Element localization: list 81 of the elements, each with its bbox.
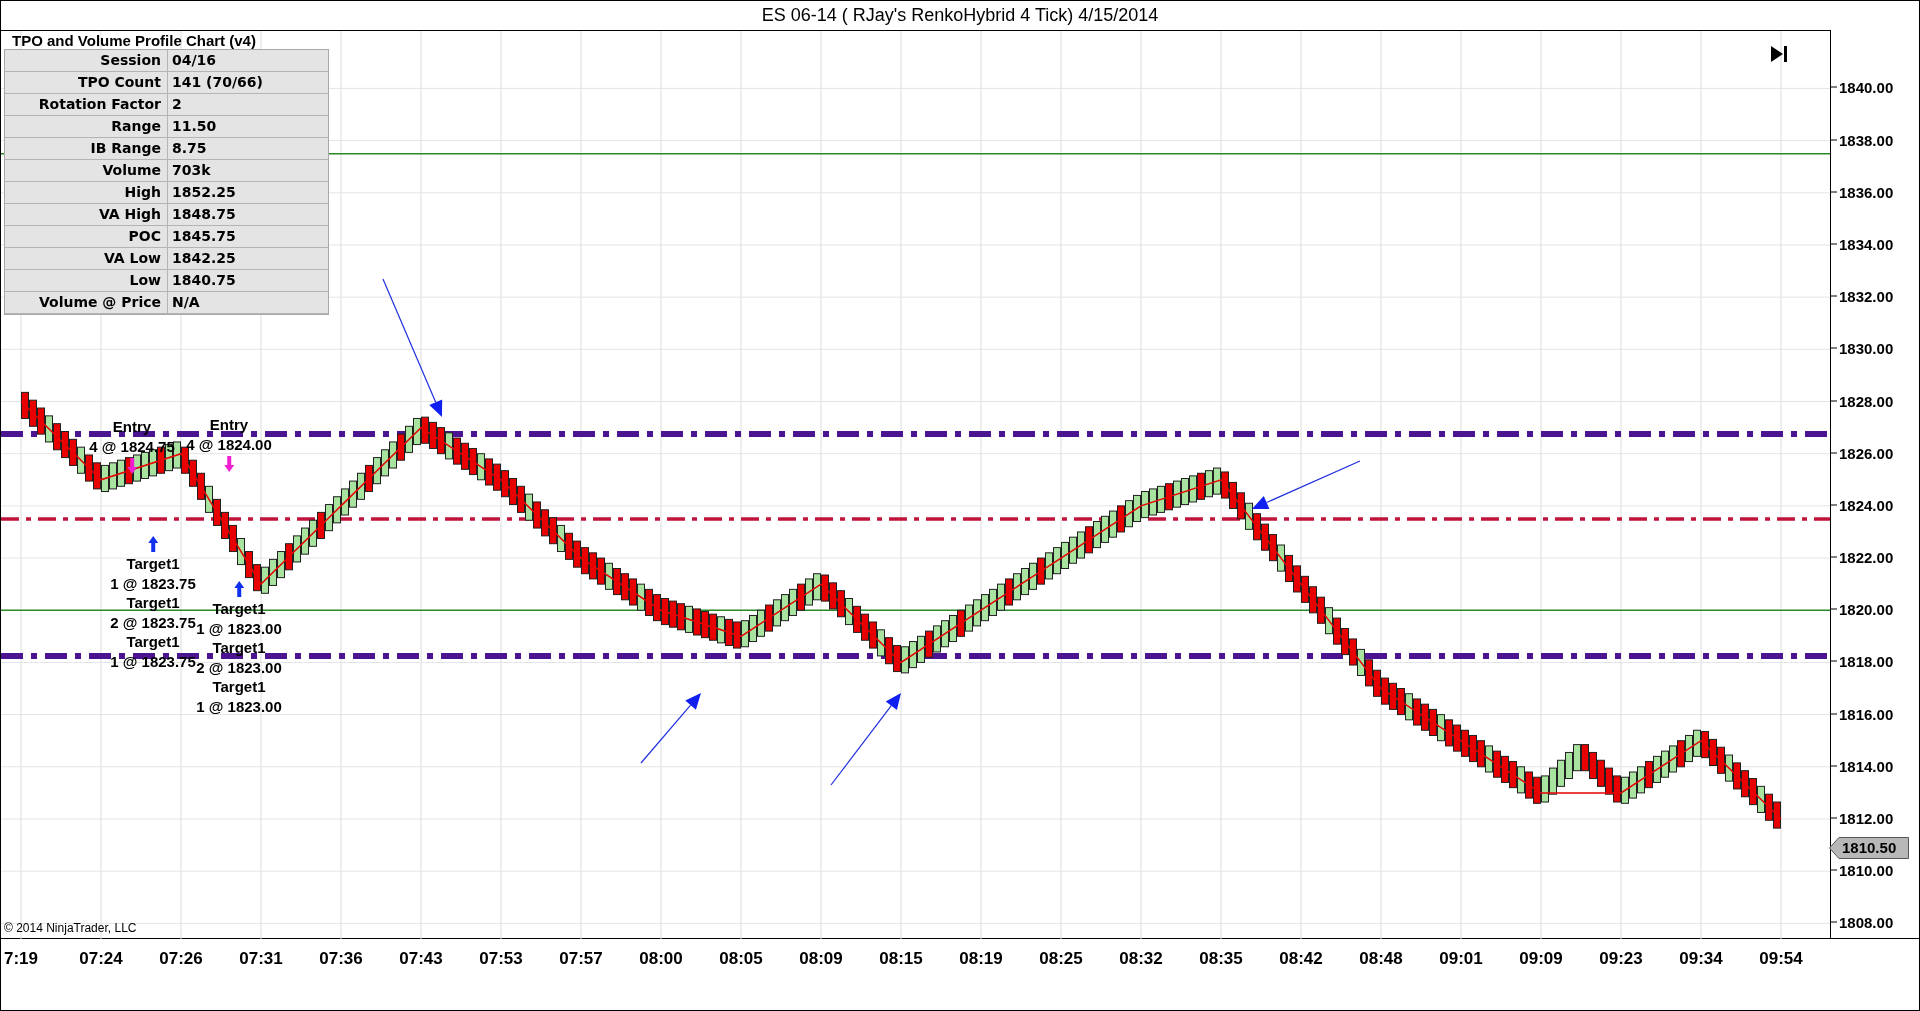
time-label: 08:05: [719, 949, 763, 969]
copyright-text: © 2014 NinjaTrader, LLC: [4, 921, 137, 935]
stat-label: Volume: [5, 160, 168, 182]
stat-label: VA Low: [5, 248, 168, 270]
time-label: 08:48: [1359, 949, 1403, 969]
price-label: 1838.00: [1839, 131, 1894, 149]
stat-label: Rotation Factor: [5, 94, 168, 116]
time-label: 07:31: [239, 949, 283, 969]
chart-title: ES 06-14 ( RJay's RenkoHybrid 4 Tick) 4/15/2014: [761, 5, 1159, 26]
stat-label: TPO Count: [5, 72, 168, 94]
trade-label: 1 @ 1823.00: [196, 696, 282, 716]
price-label: 1834.00: [1839, 235, 1894, 253]
stat-label: IB Range: [5, 138, 168, 160]
time-label: 07:26: [159, 949, 203, 969]
trade-label: 2 @ 1823.75: [110, 612, 196, 631]
price-label: 1816.00: [1839, 705, 1894, 723]
stat-value: 2: [168, 94, 328, 116]
stat-label: VA High: [5, 204, 168, 226]
time-label: 07:57: [559, 949, 603, 969]
stat-label: Volume @ Price: [5, 292, 168, 314]
time-label: 08:15: [879, 949, 923, 969]
price-label: 1824.00: [1839, 496, 1894, 514]
time-label: 09:34: [1679, 949, 1723, 969]
price-label: 1840.00: [1839, 78, 1894, 96]
price-label: 1812.00: [1839, 809, 1894, 827]
time-label: 09:23: [1599, 949, 1643, 969]
stat-value: 11.50: [168, 116, 328, 138]
trade-label: Target1: [126, 632, 180, 652]
trade-label: 1 @ 1823.00: [196, 619, 282, 638]
price-label: 1836.00: [1839, 183, 1894, 201]
time-label: 08:25: [1039, 949, 1083, 969]
price-label: 1818.00: [1839, 652, 1894, 670]
time-label: 07:36: [319, 949, 363, 969]
stat-label: Session: [5, 50, 168, 72]
price-label: 1826.00: [1839, 444, 1894, 462]
stat-value: 8.75: [168, 138, 328, 160]
trade-label: Target1: [126, 593, 180, 613]
trade-label: Target1: [212, 677, 266, 697]
stat-value: 04/16: [168, 50, 328, 72]
trade-label: 2 @ 1823.00: [196, 658, 282, 677]
panel-title: TPO and Volume Profile Chart (v4): [11, 33, 257, 49]
price-label: 1822.00: [1839, 548, 1894, 566]
trade-label: Target1: [212, 638, 266, 658]
price-label: 1808.00: [1839, 913, 1894, 931]
last-price-tag: 1810.50: [1829, 837, 1909, 860]
trade-label: 1 @ 1823.75: [110, 573, 196, 593]
time-label: 07:53: [479, 949, 523, 969]
price-label: 1830.00: [1839, 339, 1894, 357]
time-label: 09:09: [1519, 949, 1563, 969]
price-label: 1820.00: [1839, 600, 1894, 618]
time-label: 09:54: [1759, 949, 1803, 969]
stat-value: 1845.75: [168, 226, 328, 248]
stat-value: 1842.25: [168, 248, 328, 270]
time-label: 08:32: [1119, 949, 1163, 969]
price-label: 1810.00: [1839, 861, 1894, 879]
time-label: 07:43: [399, 949, 443, 969]
time-label: 09:01: [1439, 949, 1483, 969]
time-label: 08:00: [639, 949, 683, 969]
price-label: 1814.00: [1839, 757, 1894, 775]
time-label: 08:09: [799, 949, 843, 969]
trade-label: 4 @ 1824.00: [186, 434, 272, 454]
stat-label: POC: [5, 226, 168, 248]
stat-value: 1852.25: [168, 182, 328, 204]
stat-label: High: [5, 182, 168, 204]
time-label: 08:42: [1279, 949, 1323, 969]
time-label: 7:19: [4, 949, 38, 969]
stat-value: 1840.75: [168, 270, 328, 292]
trade-label: Entry: [209, 415, 249, 435]
time-label: 08:19: [959, 949, 1003, 969]
stat-value: 1848.75: [168, 204, 328, 226]
trade-label: Target1: [126, 554, 180, 574]
stat-value: 141 (70/66): [168, 72, 328, 94]
stat-value: 703k: [168, 160, 328, 182]
stat-value: N/A: [168, 292, 328, 314]
stat-label: Low: [5, 270, 168, 292]
stat-label: Range: [5, 116, 168, 138]
time-label: 07:24: [79, 949, 123, 969]
trade-label: Entry: [112, 417, 152, 437]
price-label: 1832.00: [1839, 287, 1894, 305]
time-label: 08:35: [1199, 949, 1243, 969]
price-label: 1828.00: [1839, 392, 1894, 409]
